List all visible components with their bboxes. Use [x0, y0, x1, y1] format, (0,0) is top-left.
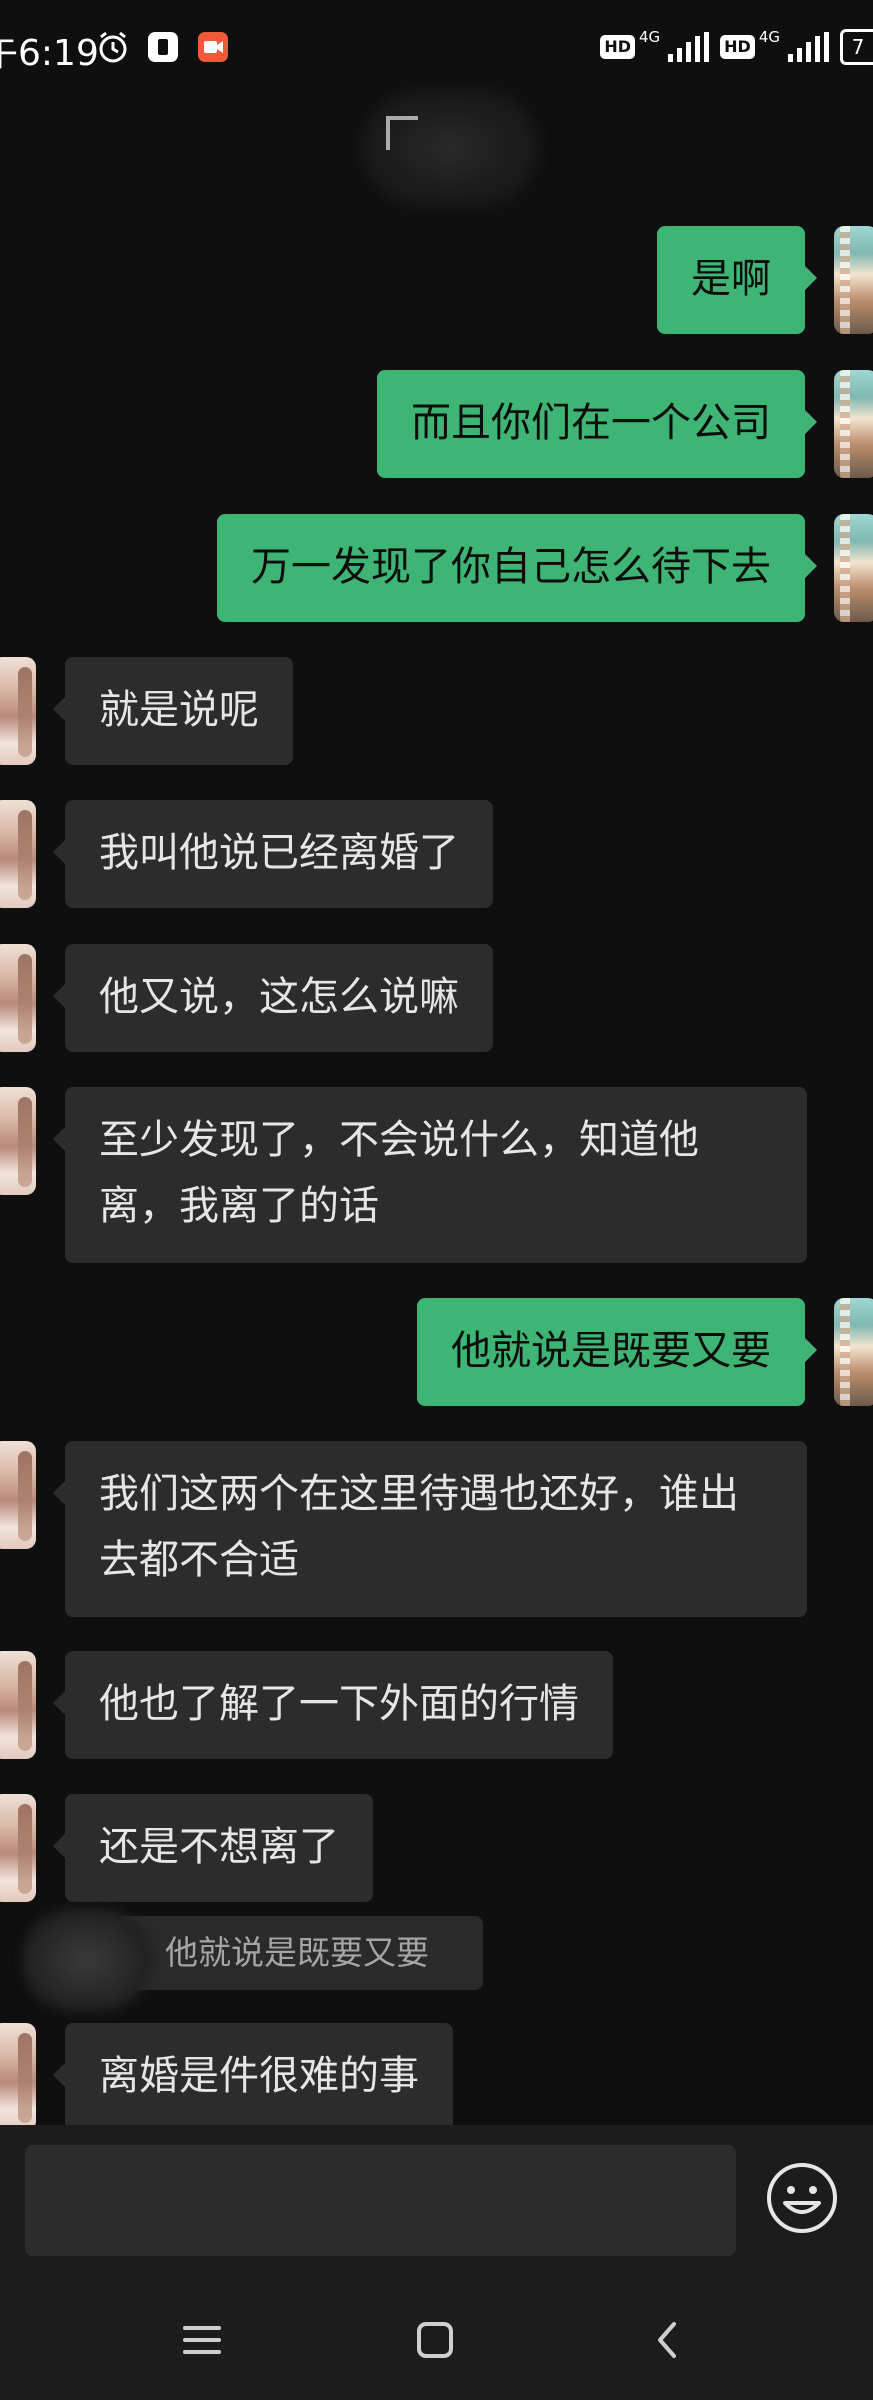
message-bubble-mine[interactable]: 他就说是既要又要	[417, 1298, 817, 1406]
my-avatar[interactable]	[834, 370, 873, 478]
input-bar	[0, 2125, 873, 2280]
contact-avatar[interactable]	[0, 1651, 36, 1759]
home-icon[interactable]	[405, 2310, 465, 2370]
contact-avatar[interactable]	[0, 657, 36, 765]
chat-screen: 午6:19 HD 4G HD 4G 7 是啊 而且你们在一个公司 万一发现了你自…	[0, 0, 873, 2400]
contact-avatar[interactable]	[0, 800, 36, 908]
contact-avatar[interactable]	[0, 944, 36, 1052]
message-bubble-mine[interactable]: 万一发现了你自己怎么待下去	[217, 514, 817, 622]
message-bubble-theirs[interactable]: 他也了解了一下外面的行情	[53, 1651, 613, 1759]
message-bubble-theirs[interactable]: 他又说，这怎么说嘛	[53, 944, 493, 1052]
message-bubble-theirs[interactable]: 我们这两个在这里待遇也还好，谁出去都不合适	[53, 1441, 807, 1617]
system-nav-bar	[0, 2280, 873, 2400]
chat-messages[interactable]: 是啊 而且你们在一个公司 万一发现了你自己怎么待下去 就是说呢 我叫他说已经离婚…	[0, 0, 873, 2125]
message-bubble-mine[interactable]: 是啊	[657, 226, 817, 334]
message-input[interactable]	[25, 2145, 736, 2256]
my-avatar[interactable]	[834, 226, 873, 334]
message-bubble-theirs[interactable]: 我叫他说已经离婚了	[53, 800, 493, 908]
message-bubble-theirs[interactable]: 离婚是件很难的事	[53, 2023, 453, 2125]
contact-avatar[interactable]	[0, 1087, 36, 1195]
contact-avatar[interactable]	[0, 1441, 36, 1549]
contact-avatar[interactable]	[0, 1794, 36, 1902]
my-avatar[interactable]	[834, 514, 873, 622]
message-bubble-theirs[interactable]: 还是不想离了	[53, 1794, 373, 1902]
back-icon[interactable]	[638, 2310, 698, 2370]
my-avatar[interactable]	[834, 1298, 873, 1406]
quote-redaction	[22, 1908, 152, 2012]
message-bubble-theirs[interactable]: 至少发现了，不会说什么，知道他离，我离了的话	[53, 1087, 807, 1263]
message-bubble-mine[interactable]: 而且你们在一个公司	[377, 370, 817, 478]
emoji-icon[interactable]	[765, 2161, 839, 2235]
menu-icon[interactable]	[172, 2310, 232, 2370]
message-bubble-theirs[interactable]: 就是说呢	[53, 657, 293, 765]
header-title	[386, 116, 418, 150]
contact-avatar[interactable]	[0, 2023, 36, 2125]
